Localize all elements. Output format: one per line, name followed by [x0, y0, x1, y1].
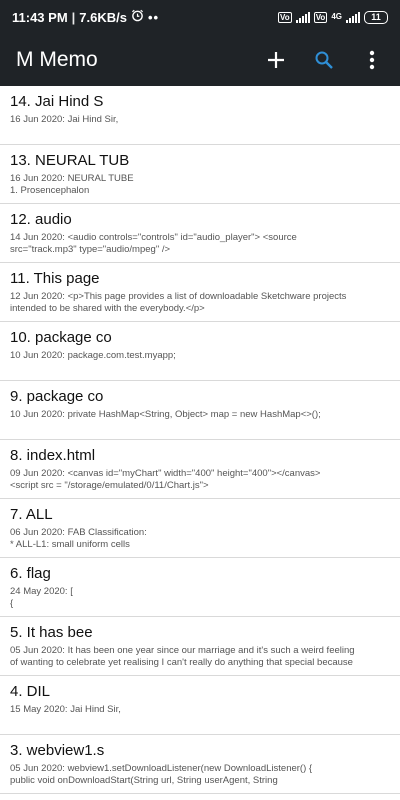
memo-preview-line1: 05 Jun 2020: It has been one year since …: [10, 645, 355, 656]
memo-preview-line1: 16 Jun 2020: Jai Hind Sir,: [10, 114, 119, 125]
memo-list: 14. Jai Hind S 16 Jun 2020: Jai Hind Sir,…: [0, 86, 400, 794]
signal-icon-2: [346, 11, 360, 23]
memo-preview-line2: public void onDownloadStart(String url, …: [10, 774, 278, 786]
memo-item[interactable]: 7. ALL 06 Jun 2020: FAB Classification: * …: [0, 499, 400, 558]
memo-title: 9. package co: [10, 388, 104, 405]
memo-preview-line1: 14 Jun 2020: <audio controls="controls" …: [10, 232, 297, 243]
memo-item[interactable]: 12. audio 14 Jun 2020: <audio controls="c…: [0, 204, 400, 263]
add-button[interactable]: [264, 48, 288, 72]
network-type-label: 4G: [331, 12, 342, 21]
memo-preview-line1: 24 May 2020: [: [10, 586, 73, 597]
memo-item[interactable]: 11. This page 12 Jun 2020: <p>This page p…: [0, 263, 400, 322]
memo-item[interactable]: 8. index.html 09 Jun 2020: <canvas id="my…: [0, 440, 400, 499]
status-right: Vo Vo 4G 11: [278, 10, 388, 24]
battery-level: 11: [364, 10, 388, 24]
app-title: M Memo: [16, 48, 98, 71]
memo-preview-line1: 16 Jun 2020: NEURAL TUBE: [10, 173, 134, 184]
status-bar: 11:43 PM | 7.6KB/s •• Vo Vo 4G 11: [0, 0, 400, 34]
memo-preview-line2: * ALL-L1: small uniform cells: [10, 538, 130, 550]
memo-preview-line1: 06 Jun 2020: FAB Classification:: [10, 527, 147, 538]
memo-preview-line1: 15 May 2020: Jai Hind Sir,: [10, 704, 121, 715]
volte-badge-2: Vo: [313, 11, 328, 23]
search-button[interactable]: [312, 48, 336, 72]
memo-item[interactable]: 3. webview1.s 05 Jun 2020: webview1.setDo…: [0, 735, 400, 794]
memo-title: 7. ALL: [10, 506, 53, 523]
add-icon: [268, 52, 284, 68]
memo-title: 11. This page: [10, 270, 100, 287]
memo-item[interactable]: 9. package co 10 Jun 2020: private HashMa…: [0, 381, 400, 440]
signal-icon: [295, 11, 310, 23]
memo-preview-line1: 09 Jun 2020: <canvas id="myChart" width=…: [10, 468, 321, 479]
memo-preview-line1: 10 Jun 2020: package.com.test.myapp;: [10, 350, 176, 361]
notification-dots-icon: ••: [148, 9, 160, 25]
memo-item[interactable]: 10. package co 10 Jun 2020: package.com.t…: [0, 322, 400, 381]
memo-preview-line2: of wanting to celebrate yet realising I …: [10, 656, 353, 668]
memo-preview-line1: 05 Jun 2020: webview1.setDownloadListene…: [10, 763, 313, 774]
memo-title: 12. audio: [10, 211, 72, 228]
memo-preview-line2: 1. Prosencephalon: [10, 184, 90, 196]
memo-item[interactable]: 4. DIL 15 May 2020: Jai Hind Sir,: [0, 676, 400, 735]
status-time: 11:43 PM: [12, 9, 68, 25]
memo-item[interactable]: 5. It has bee 05 Jun 2020: It has been on…: [0, 617, 400, 676]
memo-title: 8. index.html: [10, 447, 96, 464]
overflow-menu-button[interactable]: [360, 48, 384, 72]
memo-title: 6. flag: [10, 565, 51, 582]
memo-item[interactable]: 13. NEURAL TUB 16 Jun 2020: NEURAL TUBE 1.…: [0, 145, 400, 204]
memo-title: 10. package co: [10, 329, 112, 346]
app-bar: M Memo: [0, 34, 400, 86]
memo-preview-line2: intended to be shared with the everybody…: [10, 302, 205, 314]
memo-item[interactable]: 14. Jai Hind S 16 Jun 2020: Jai Hind Sir,: [0, 86, 400, 145]
memo-title: 5. It has bee: [10, 624, 93, 641]
memo-preview-line2: <script src = "/storage/emulated/0/11/Ch…: [10, 479, 209, 491]
memo-preview-line1: 12 Jun 2020: <p>This page provides a lis…: [10, 291, 347, 302]
status-left: 11:43 PM | 7.6KB/s ••: [12, 9, 159, 25]
network-speed: 7.6KB/s: [79, 9, 127, 25]
memo-item[interactable]: 6. flag 24 May 2020: [{: [0, 558, 400, 617]
memo-title: 14. Jai Hind S: [10, 93, 104, 110]
alarm-icon: [131, 9, 144, 25]
memo-title: 13. NEURAL TUB: [10, 152, 130, 169]
memo-preview-line2: {: [10, 597, 14, 609]
memo-preview-line1: 10 Jun 2020: private HashMap<String, Obj…: [10, 409, 321, 420]
more-vert-icon: [369, 50, 375, 70]
memo-title: 3. webview1.s: [10, 742, 105, 759]
status-separator: |: [71, 9, 76, 25]
memo-preview-line2: src="track.mp3" type="audio/mpeg" />: [10, 243, 171, 255]
battery-icon: 11: [364, 10, 388, 24]
volte-badge-1: Vo: [278, 11, 292, 23]
search-icon: [315, 51, 333, 69]
memo-title: 4. DIL: [10, 683, 51, 700]
